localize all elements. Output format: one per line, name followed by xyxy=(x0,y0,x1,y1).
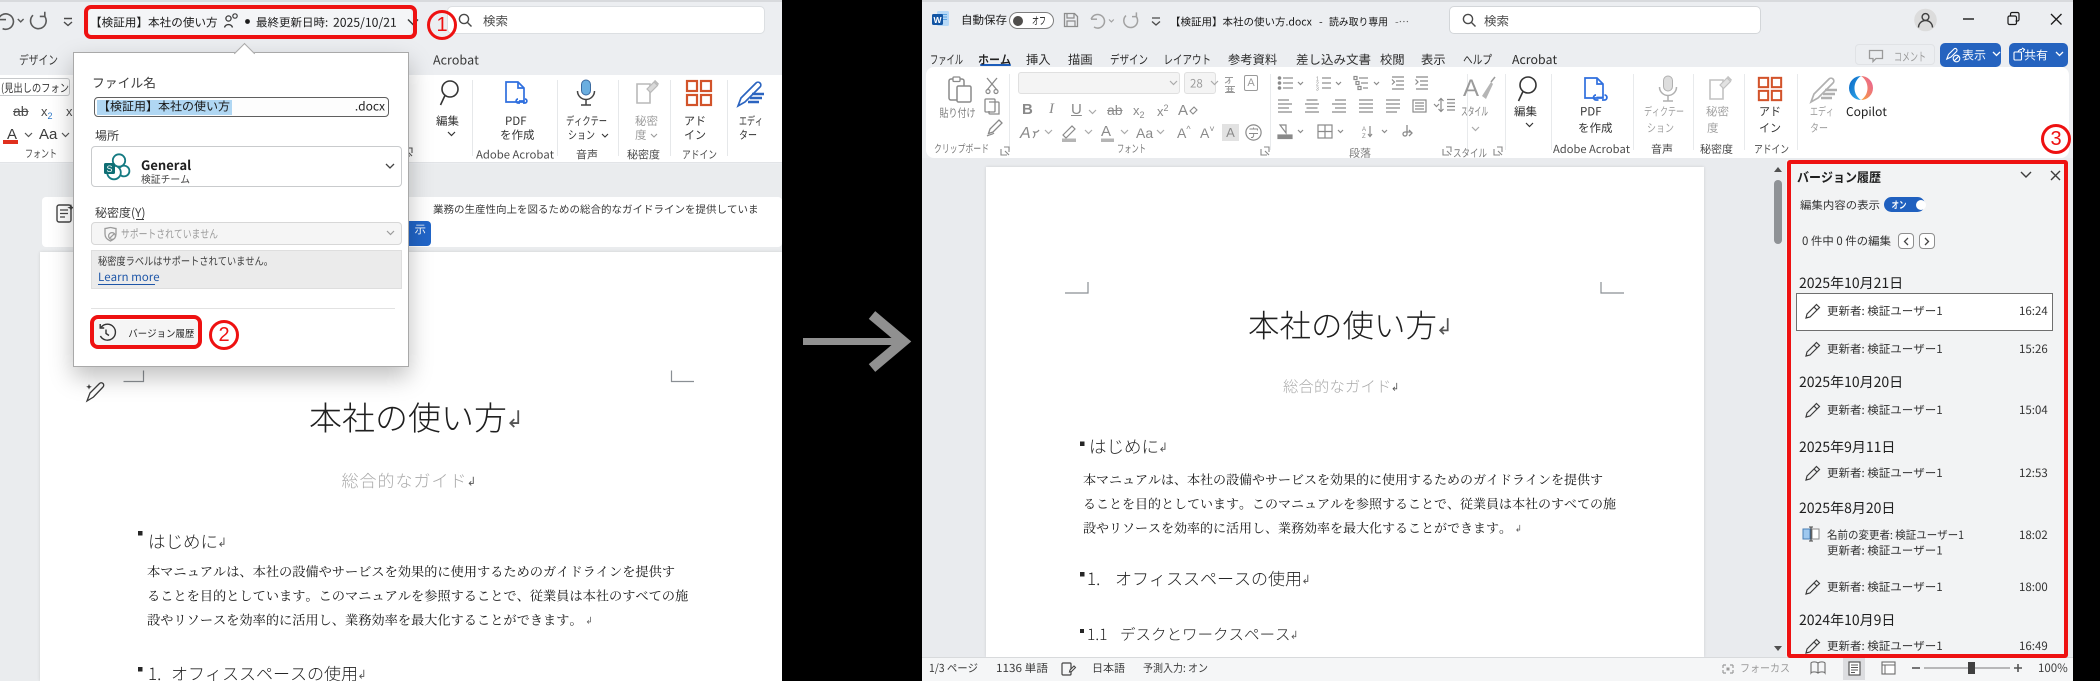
svg-text:S: S xyxy=(106,164,112,174)
